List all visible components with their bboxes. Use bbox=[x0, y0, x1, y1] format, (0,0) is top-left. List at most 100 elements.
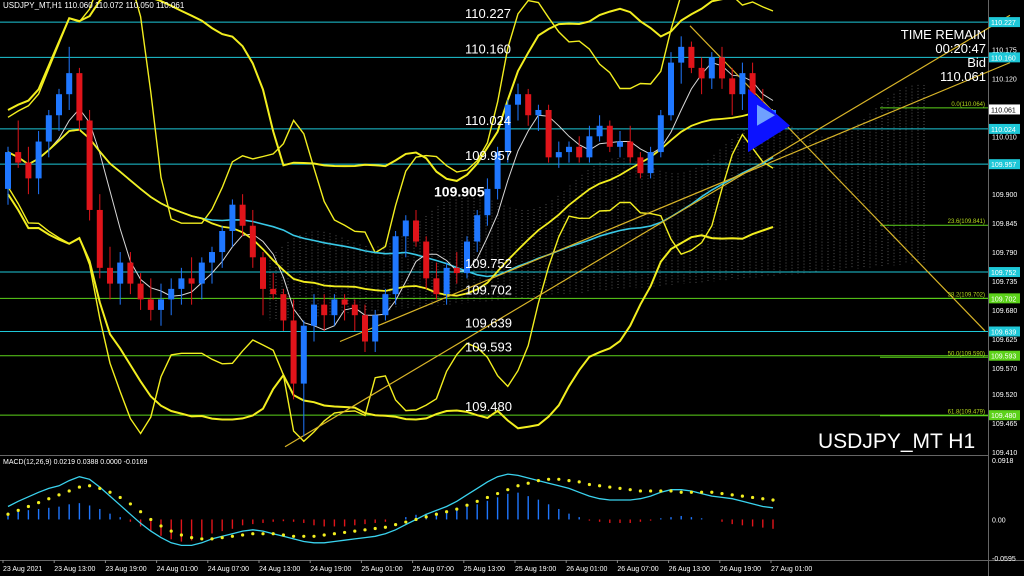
candle-body bbox=[596, 125, 603, 137]
candle-body bbox=[158, 299, 164, 310]
macd-signal-dot bbox=[210, 537, 214, 541]
time-label-24 Aug 19:00: 24 Aug 19:00 bbox=[310, 566, 351, 573]
price-box-text-110.061: 110.061 bbox=[991, 107, 1016, 114]
price-box-text-109.957: 109.957 bbox=[991, 162, 1016, 169]
macd-signal-dot bbox=[700, 490, 704, 494]
candle-body bbox=[66, 73, 73, 95]
candle-body bbox=[535, 109, 542, 116]
time-label-26 Aug 01:00: 26 Aug 01:00 bbox=[566, 566, 607, 573]
macd-signal-dot bbox=[353, 529, 357, 533]
macd-signal-dot bbox=[557, 477, 561, 481]
candle-body bbox=[239, 204, 246, 226]
macd-signal-dot bbox=[363, 528, 367, 532]
level-label-110.227: 110.227 bbox=[465, 6, 511, 21]
candle-body bbox=[474, 215, 481, 242]
level-label-109.593: 109.593 bbox=[465, 340, 512, 355]
macd-signal-dot bbox=[414, 517, 418, 522]
candle-body bbox=[5, 152, 11, 189]
candle-body bbox=[729, 78, 736, 95]
macd-signal-dot bbox=[108, 490, 112, 494]
price-box-text-109.593: 109.593 bbox=[991, 354, 1016, 361]
macd-signal-dot bbox=[302, 534, 306, 538]
macd-signal-dot bbox=[526, 481, 530, 485]
macd-tick--0.0595: -0.0595 bbox=[992, 556, 1016, 563]
candle-body bbox=[107, 267, 113, 284]
macd-signal-dot bbox=[496, 491, 500, 496]
time-remain-box: TIME REMAIN 00:20:47 Bid 110.061 bbox=[901, 28, 986, 84]
time-label-26 Aug 07:00: 26 Aug 07:00 bbox=[617, 566, 658, 573]
candle-body bbox=[321, 304, 328, 316]
candle-body bbox=[341, 299, 348, 305]
macd-signal-dot bbox=[394, 523, 398, 527]
candle-body bbox=[117, 262, 124, 284]
macd-signal-dot bbox=[659, 489, 663, 493]
candle-body bbox=[56, 94, 62, 116]
candle-body bbox=[76, 73, 83, 121]
macd-signal-dot bbox=[628, 488, 632, 492]
time-label-26 Aug 13:00: 26 Aug 13:00 bbox=[669, 566, 710, 573]
macd-signal-dot bbox=[292, 534, 296, 538]
candle-body bbox=[300, 325, 307, 384]
level-label-109.957: 109.957 bbox=[465, 148, 512, 163]
candle-body bbox=[290, 320, 297, 384]
macd-signal-dot bbox=[47, 497, 51, 501]
price-tick-109.735: 109.735 bbox=[992, 279, 1017, 286]
macd-signal-dot bbox=[343, 530, 347, 535]
macd-signal-dot bbox=[598, 484, 602, 488]
level-label-109.752: 109.752 bbox=[465, 256, 512, 271]
candle-body bbox=[351, 304, 358, 316]
macd-signal-dot bbox=[118, 495, 122, 500]
candle-body bbox=[25, 162, 32, 179]
candle-body bbox=[443, 267, 450, 295]
candle-body bbox=[545, 109, 552, 158]
annotation-109905: 109.905 bbox=[434, 184, 485, 200]
candle-body bbox=[209, 252, 215, 263]
candle-body bbox=[198, 262, 205, 284]
macd-signal-dot bbox=[6, 512, 10, 516]
time-label-23 Aug 2021: 23 Aug 2021 bbox=[3, 566, 42, 573]
candle-body bbox=[606, 125, 613, 147]
candle-body bbox=[229, 204, 236, 231]
candle-body bbox=[576, 146, 583, 158]
candle-body bbox=[586, 136, 593, 158]
macd-signal-dot bbox=[771, 498, 775, 502]
time-label-23 Aug 13:00: 23 Aug 13:00 bbox=[54, 566, 95, 573]
macd-signal-dot bbox=[251, 532, 255, 536]
macd-signal-dot bbox=[322, 533, 326, 537]
macd-signal-dot bbox=[281, 533, 285, 537]
macd-tick-0.0918: 0.0918 bbox=[992, 458, 1014, 465]
bollinger-lower bbox=[7, 193, 774, 430]
chart-canvas: 110.227 110.160 110.024 109.957 109.752 109.7… bbox=[0, 0, 1024, 576]
price-box-text-109.480: 109.480 bbox=[991, 413, 1016, 420]
macd-signal-dot bbox=[98, 486, 102, 490]
macd-signal-dot bbox=[587, 482, 592, 487]
candle-body bbox=[688, 46, 695, 68]
macd-signal-dot bbox=[159, 524, 163, 528]
macd-signal-dot bbox=[373, 526, 377, 531]
indicator-lines bbox=[7, 0, 1011, 448]
price-tick-110.010: 110.010 bbox=[992, 134, 1017, 141]
candle-body bbox=[137, 283, 144, 300]
candle-body bbox=[219, 231, 226, 253]
price-box-text-109.639: 109.639 bbox=[991, 330, 1016, 337]
macd-signal-dot bbox=[730, 493, 734, 497]
candle-body bbox=[311, 304, 317, 326]
price-tick-109.465: 109.465 bbox=[992, 421, 1017, 428]
fib-label: 50.0(109.590) bbox=[948, 351, 985, 357]
macd-signal-dot bbox=[465, 503, 469, 507]
macd-signal-dot bbox=[271, 532, 275, 536]
candle-body bbox=[433, 278, 440, 295]
price-tick-109.410: 109.410 bbox=[992, 450, 1017, 457]
fib-label: 0.0(110.064) bbox=[951, 102, 985, 108]
candle-body bbox=[35, 141, 42, 179]
fib-label: 61.8(109.479) bbox=[948, 410, 985, 416]
macd-signal-dot bbox=[506, 488, 510, 492]
time-label-25 Aug 19:00: 25 Aug 19:00 bbox=[515, 566, 556, 573]
candle-body bbox=[668, 62, 674, 116]
candle-body bbox=[515, 94, 521, 105]
time-label-25 Aug 01:00: 25 Aug 01:00 bbox=[361, 566, 402, 573]
price-box-text-109.702: 109.702 bbox=[991, 296, 1016, 303]
time-remain-value: 00:20:47 bbox=[935, 41, 986, 56]
macd-signal-dot bbox=[516, 484, 520, 488]
candle-body bbox=[617, 141, 623, 147]
